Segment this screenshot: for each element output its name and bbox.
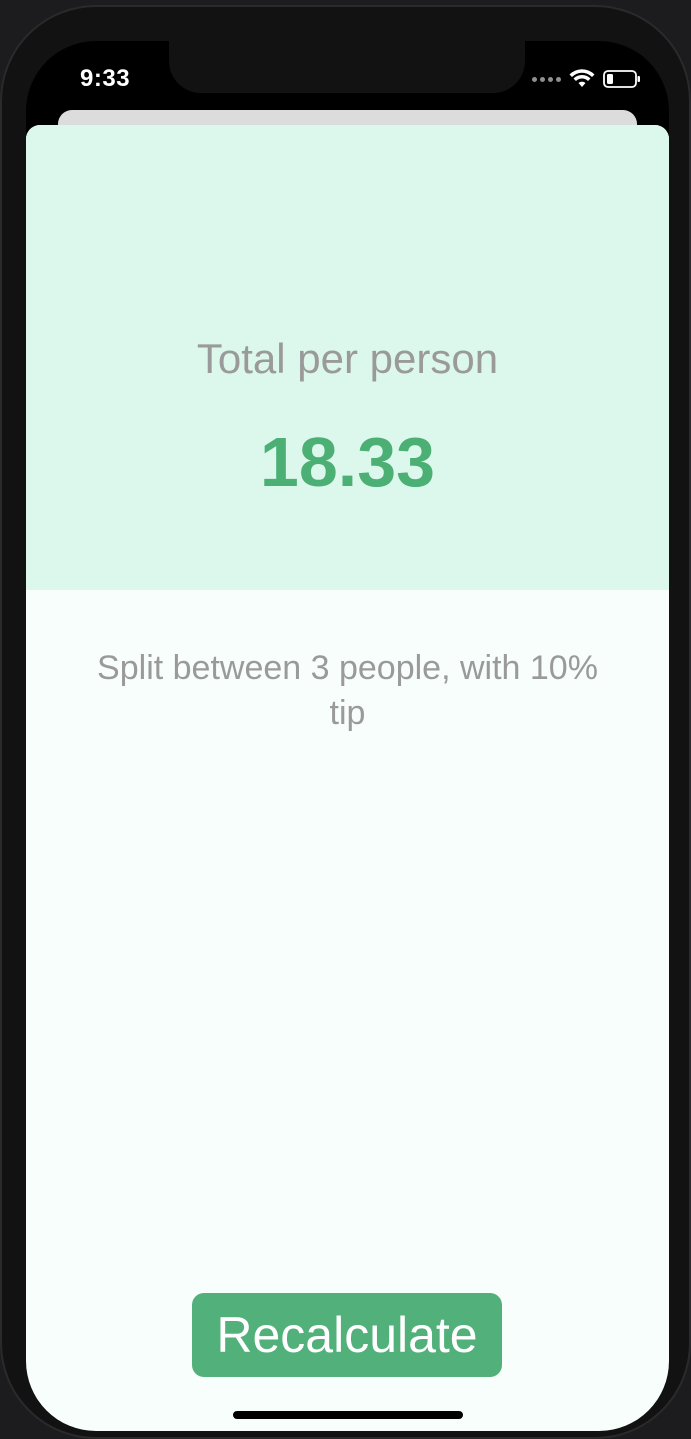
total-value: 18.33 [259,423,436,501]
signal-dots-icon [532,76,561,82]
status-time: 9:33 [80,65,131,92]
wifi-icon [569,69,595,87]
status-icons [532,69,641,89]
notch [169,41,525,93]
recalculate-button[interactable]: Recalculate [192,1293,502,1377]
screen: 9:33 Total per person 18.33 Split betwee… [26,41,669,1431]
total-panel: Total per person 18.33 [26,125,669,590]
total-label: Total per person [196,335,499,382]
result-sheet: Total per person 18.33 Split between 3 p… [26,125,669,1431]
device-frame: 9:33 Total per person 18.33 Split betwee… [0,5,691,1439]
battery-icon [603,70,640,88]
split-settings-text: Split between 3 people, with 10% tip [97,649,598,732]
home-indicator[interactable] [233,1411,463,1419]
